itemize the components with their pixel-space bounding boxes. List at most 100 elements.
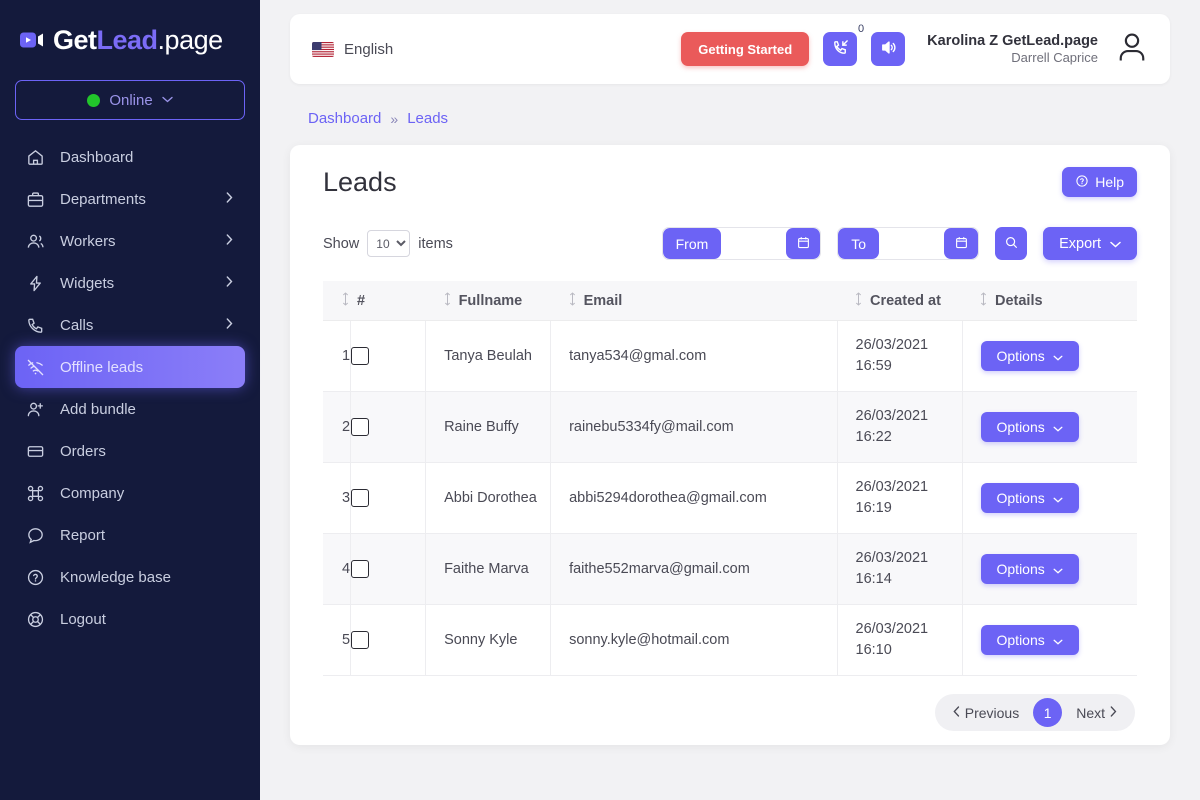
sidebar-item-knowledge-base[interactable]: Knowledge base <box>15 556 245 598</box>
language-selector[interactable]: English <box>312 41 393 58</box>
row-number: 1 <box>323 321 351 392</box>
row-select-checkbox[interactable] <box>351 560 369 578</box>
sidebar-item-add-bundle[interactable]: Add bundle <box>15 388 245 430</box>
date-to-label[interactable]: To <box>838 228 879 259</box>
sidebar-item-dashboard[interactable]: Dashboard <box>15 136 245 178</box>
row-email: faithe552marva@gmail.com <box>551 534 837 605</box>
command-icon <box>26 484 52 503</box>
breadcrumb-dashboard[interactable]: Dashboard <box>308 110 381 127</box>
sidebar-item-offline-leads[interactable]: Offline leads <box>15 346 245 388</box>
row-select-checkbox[interactable] <box>351 489 369 507</box>
row-created-time: 16:22 <box>856 427 962 448</box>
sound-toggle-button[interactable] <box>871 32 905 66</box>
help-button[interactable]: Help <box>1062 167 1137 197</box>
avatar[interactable] <box>1112 29 1152 69</box>
search-button[interactable] <box>995 227 1027 260</box>
row-created-date: 26/03/2021 <box>856 477 962 498</box>
chevron-down-icon <box>1053 632 1063 648</box>
pagination-previous-button[interactable]: Previous <box>943 694 1029 731</box>
row-email: sonny.kyle@hotmail.com <box>551 605 837 676</box>
home-icon <box>26 148 52 167</box>
briefcase-icon <box>26 190 52 209</box>
sidebar-item-widgets[interactable]: Widgets <box>15 262 245 304</box>
video-camera-logo-icon <box>20 30 46 50</box>
row-select-checkbox[interactable] <box>351 347 369 365</box>
incoming-calls-badge: 0 <box>858 23 864 35</box>
incoming-call-icon <box>831 38 850 60</box>
row-options-button[interactable]: Options <box>981 483 1079 513</box>
show-suffix-label: items <box>418 236 453 252</box>
column-header-label: Fullname <box>459 293 523 309</box>
row-created-at: 26/03/2021 16:59 <box>837 321 962 392</box>
breadcrumb-leads[interactable]: Leads <box>407 110 448 127</box>
incoming-calls-button[interactable]: 0 <box>823 32 857 66</box>
row-select-checkbox[interactable] <box>351 631 369 649</box>
export-button-label: Export <box>1059 236 1101 252</box>
top-bar: English Getting Started 0 Karolina Z Get… <box>290 14 1170 84</box>
card-header: Leads Help <box>323 167 1137 198</box>
column-header-details[interactable]: Details <box>962 281 1137 321</box>
sidebar-item-label: Add bundle <box>60 401 136 418</box>
sidebar-item-label: Dashboard <box>60 149 133 166</box>
language-label: English <box>344 41 393 58</box>
users-icon <box>26 232 52 251</box>
row-created-at: 26/03/2021 16:14 <box>837 534 962 605</box>
column-header-email[interactable]: Email <box>551 281 837 321</box>
row-email: rainebu5334fy@mail.com <box>551 392 837 463</box>
row-fullname: Abbi Dorothea <box>426 463 551 534</box>
sidebar-item-logout[interactable]: Logout <box>15 598 245 640</box>
table-toolbar: Show 10 items From <box>323 227 1137 260</box>
breadcrumb-separator: » <box>390 111 398 127</box>
row-email: abbi5294dorothea@gmail.com <box>551 463 837 534</box>
sidebar-item-workers[interactable]: Workers <box>15 220 245 262</box>
export-button[interactable]: Export <box>1043 227 1137 260</box>
date-to-group: To <box>837 227 979 260</box>
sidebar-item-label: Report <box>60 527 105 544</box>
row-options-button[interactable]: Options <box>981 341 1079 371</box>
row-select-checkbox[interactable] <box>351 418 369 436</box>
user-info[interactable]: Karolina Z GetLead.page Darrell Caprice <box>927 32 1098 66</box>
column-header-num[interactable]: # <box>323 281 426 321</box>
chevron-down-icon <box>1053 348 1063 364</box>
date-to-input[interactable] <box>879 228 944 259</box>
row-options-button[interactable]: Options <box>981 412 1079 442</box>
pagination-previous-label: Previous <box>965 705 1019 721</box>
row-email: tanya534@gmal.com <box>551 321 837 392</box>
bolt-icon <box>26 274 52 293</box>
row-number: 2 <box>323 392 351 463</box>
chevron-right-icon <box>1110 706 1117 720</box>
show-prefix-label: Show <box>323 236 359 252</box>
chevron-down-icon <box>1053 419 1063 435</box>
column-header-fullname[interactable]: Fullname <box>426 281 551 321</box>
wifi-off-icon <box>26 358 52 377</box>
date-from-label[interactable]: From <box>663 228 722 259</box>
date-to-calendar-button[interactable] <box>944 228 978 259</box>
pagination-page-1[interactable]: 1 <box>1033 698 1062 727</box>
sidebar-item-orders[interactable]: Orders <box>15 430 245 472</box>
question-circle-icon <box>1075 174 1089 191</box>
leads-card: Leads Help Show 10 items <box>290 145 1170 745</box>
pagination-next-button[interactable]: Next <box>1066 694 1127 731</box>
breadcrumb: Dashboard » Leads <box>290 84 1170 127</box>
row-options-button[interactable]: Options <box>981 625 1079 655</box>
column-header-label: Created at <box>870 293 941 309</box>
table-header-row: # Fullname <box>323 281 1137 321</box>
row-number: 3 <box>323 463 351 534</box>
sidebar-item-report[interactable]: Report <box>15 514 245 556</box>
row-created-date: 26/03/2021 <box>856 335 962 356</box>
sidebar-item-calls[interactable]: Calls <box>15 304 245 346</box>
sidebar-item-company[interactable]: Company <box>15 472 245 514</box>
getting-started-button[interactable]: Getting Started <box>681 32 809 66</box>
show-entries-select[interactable]: 10 <box>367 230 410 257</box>
sidebar-item-label: Company <box>60 485 124 502</box>
date-from-input[interactable] <box>721 228 786 259</box>
main-content: English Getting Started 0 Karolina Z Get… <box>260 0 1200 800</box>
table-row: 5 Sonny Kyle sonny.kyle@hotmail.com 26/0… <box>323 605 1137 676</box>
sidebar-item-label: Orders <box>60 443 106 460</box>
online-status-selector[interactable]: Online <box>15 80 245 120</box>
row-options-button[interactable]: Options <box>981 554 1079 584</box>
column-header-created-at[interactable]: Created at <box>837 281 962 321</box>
sidebar-item-departments[interactable]: Departments <box>15 178 245 220</box>
app-logo[interactable]: GetLead.page <box>0 18 260 62</box>
date-from-calendar-button[interactable] <box>786 228 820 259</box>
